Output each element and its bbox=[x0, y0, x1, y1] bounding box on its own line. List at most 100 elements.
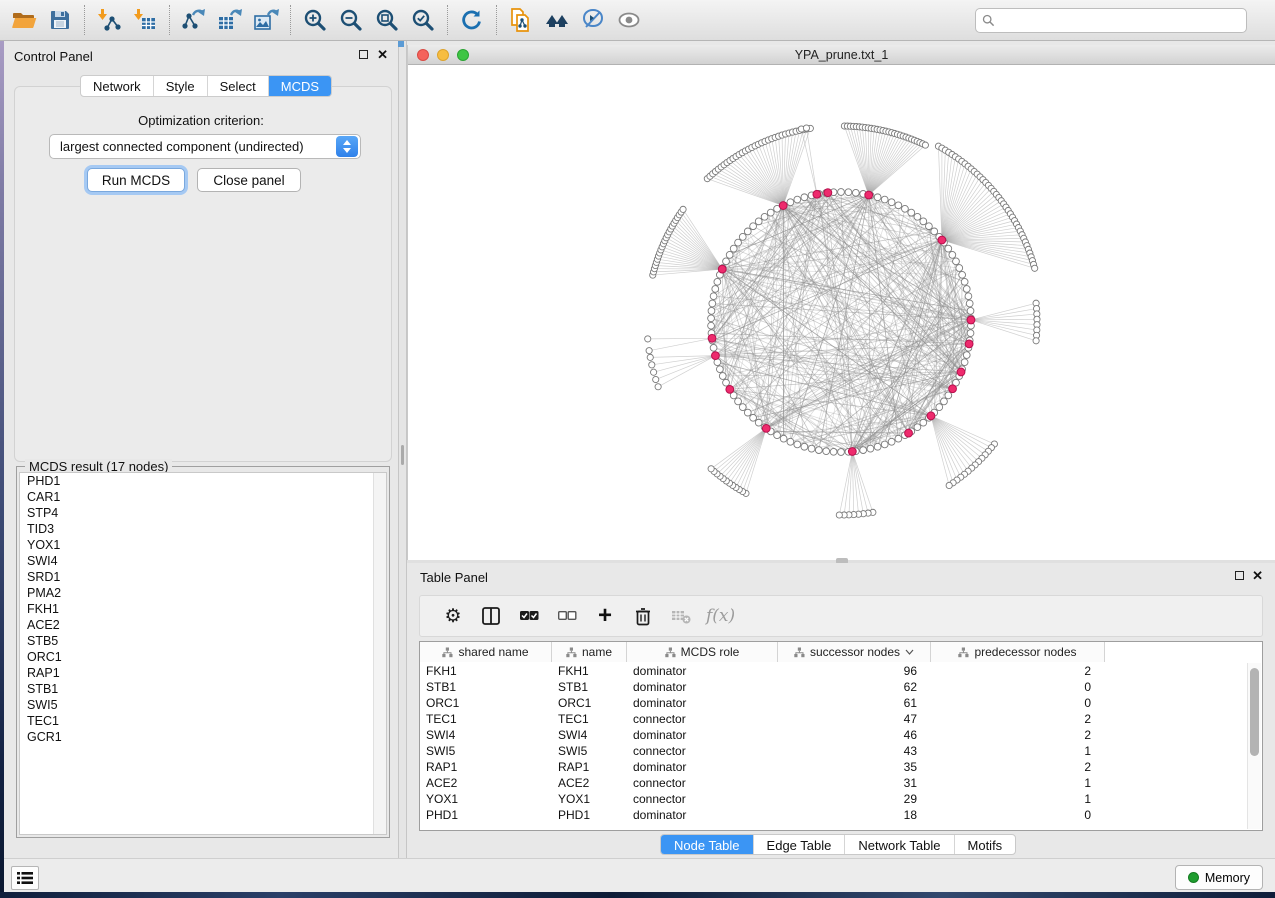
graph-dominator-node[interactable] bbox=[865, 191, 873, 199]
mcds-result-item[interactable]: PHD1 bbox=[20, 473, 386, 489]
graph-dominator-node[interactable] bbox=[708, 334, 716, 342]
zoom-in-icon[interactable] bbox=[297, 2, 333, 38]
cell-mcds-role[interactable]: connector bbox=[627, 775, 778, 791]
table-row[interactable]: YOX1YOX1connector291 bbox=[420, 791, 1247, 807]
cell-successor-nodes[interactable]: 18 bbox=[778, 807, 931, 823]
graph-node[interactable] bbox=[881, 441, 888, 448]
mcds-result-list[interactable]: PHD1CAR1STP4TID3YOX1SWI4SRD1PMA2FKH1ACE2… bbox=[19, 472, 387, 835]
cell-mcds-role[interactable]: connector bbox=[627, 791, 778, 807]
column-header-name[interactable]: name bbox=[552, 642, 627, 662]
mcds-result-item[interactable]: STB5 bbox=[20, 633, 386, 649]
export-image-icon[interactable] bbox=[248, 2, 284, 38]
graph-node[interactable] bbox=[963, 286, 970, 293]
clone-network-icon[interactable] bbox=[503, 2, 539, 38]
graph-node[interactable] bbox=[801, 194, 808, 201]
graph-node[interactable] bbox=[914, 424, 921, 431]
vertical-splitter[interactable] bbox=[398, 41, 407, 858]
cell-successor-nodes[interactable]: 47 bbox=[778, 711, 931, 727]
mcds-result-item[interactable]: CAR1 bbox=[20, 489, 386, 505]
graph-node[interactable] bbox=[956, 265, 963, 272]
graph-node[interactable] bbox=[888, 438, 895, 445]
cell-predecessor-nodes[interactable]: 2 bbox=[931, 711, 1105, 727]
graph-dominator-node[interactable] bbox=[938, 236, 946, 244]
graph-node[interactable] bbox=[716, 366, 723, 373]
graph-node[interactable] bbox=[895, 435, 902, 442]
cell-mcds-role[interactable]: dominator bbox=[627, 695, 778, 711]
add-column-icon[interactable]: + bbox=[586, 598, 624, 634]
search-network-icon[interactable] bbox=[539, 2, 575, 38]
cell-predecessor-nodes[interactable]: 0 bbox=[931, 679, 1105, 695]
table-row[interactable]: SWI5SWI5connector431 bbox=[420, 743, 1247, 759]
table-settings-gear-icon[interactable]: ⚙ bbox=[434, 598, 472, 634]
graph-node[interactable] bbox=[1033, 338, 1039, 344]
table-row[interactable]: ORC1ORC1dominator610 bbox=[420, 695, 1247, 711]
graph-node[interactable] bbox=[714, 278, 721, 285]
graph-node[interactable] bbox=[647, 354, 653, 360]
cell-predecessor-nodes[interactable]: 0 bbox=[931, 695, 1105, 711]
cell-successor-nodes[interactable]: 46 bbox=[778, 727, 931, 743]
graph-node[interactable] bbox=[710, 344, 717, 351]
graph-node[interactable] bbox=[651, 369, 657, 375]
graph-dominator-node[interactable] bbox=[949, 385, 957, 393]
graph-node[interactable] bbox=[852, 189, 859, 196]
graph-node[interactable] bbox=[874, 194, 881, 201]
cell-predecessor-nodes[interactable]: 2 bbox=[931, 663, 1105, 679]
graph-node[interactable] bbox=[965, 293, 972, 300]
graph-node[interactable] bbox=[649, 362, 655, 368]
mcds-result-item[interactable]: SWI5 bbox=[20, 697, 386, 713]
table-row[interactable]: PHD1PHD1dominator180 bbox=[420, 807, 1247, 823]
graph-node[interactable] bbox=[723, 258, 730, 265]
graph-node[interactable] bbox=[735, 239, 742, 246]
cell-predecessor-nodes[interactable]: 1 bbox=[931, 743, 1105, 759]
graph-dominator-node[interactable] bbox=[813, 190, 821, 198]
graph-node[interactable] bbox=[967, 330, 974, 337]
graph-node[interactable] bbox=[712, 286, 719, 293]
show-columns-icon[interactable] bbox=[472, 598, 510, 634]
mcds-result-item[interactable]: SRD1 bbox=[20, 569, 386, 585]
cell-shared-name[interactable]: STB1 bbox=[420, 679, 552, 695]
memory-button[interactable]: Memory bbox=[1175, 865, 1263, 890]
graph-node[interactable] bbox=[780, 435, 787, 442]
mcds-result-item[interactable]: GCR1 bbox=[20, 729, 386, 745]
graph-node[interactable] bbox=[794, 196, 801, 203]
graph-node[interactable] bbox=[744, 228, 751, 235]
cell-shared-name[interactable]: RAP1 bbox=[420, 759, 552, 775]
graph-node[interactable] bbox=[963, 352, 970, 359]
graph-node[interactable] bbox=[708, 466, 714, 472]
cell-mcds-role[interactable]: dominator bbox=[627, 679, 778, 695]
cell-shared-name[interactable]: SWI4 bbox=[420, 727, 552, 743]
mcds-result-item[interactable]: FKH1 bbox=[20, 601, 386, 617]
graph-node[interactable] bbox=[941, 398, 948, 405]
mcds-result-item[interactable]: ORC1 bbox=[20, 649, 386, 665]
graph-node[interactable] bbox=[774, 432, 781, 439]
tab-style[interactable]: Style bbox=[154, 76, 208, 96]
graph-node[interactable] bbox=[922, 142, 928, 148]
cell-successor-nodes[interactable]: 31 bbox=[778, 775, 931, 791]
cell-name[interactable]: ACE2 bbox=[552, 775, 627, 791]
cell-name[interactable]: ORC1 bbox=[552, 695, 627, 711]
mcds-result-item[interactable]: TID3 bbox=[20, 521, 386, 537]
run-mcds-button[interactable]: Run MCDS bbox=[87, 168, 185, 192]
table-row[interactable]: SWI4SWI4dominator462 bbox=[420, 727, 1247, 743]
close-icon[interactable]: ✕ bbox=[377, 48, 388, 61]
graph-node[interactable] bbox=[949, 251, 956, 258]
graph-node[interactable] bbox=[959, 271, 966, 278]
graph-node[interactable] bbox=[838, 449, 845, 456]
graph-dominator-node[interactable] bbox=[957, 368, 965, 376]
cell-shared-name[interactable]: SWI5 bbox=[420, 743, 552, 759]
cell-name[interactable]: FKH1 bbox=[552, 663, 627, 679]
refresh-layout-icon[interactable] bbox=[454, 2, 490, 38]
graph-node[interactable] bbox=[750, 223, 757, 230]
cell-name[interactable]: STB1 bbox=[552, 679, 627, 695]
mcds-result-item[interactable]: PMA2 bbox=[20, 585, 386, 601]
cell-name[interactable]: SWI5 bbox=[552, 743, 627, 759]
tab-mcds[interactable]: MCDS bbox=[269, 76, 331, 96]
table-scrollbar[interactable] bbox=[1247, 663, 1261, 829]
graph-dominator-node[interactable] bbox=[965, 340, 973, 348]
column-header-mcds-role[interactable]: MCDS role bbox=[627, 642, 778, 662]
search-box[interactable] bbox=[975, 8, 1247, 33]
cell-mcds-role[interactable]: dominator bbox=[627, 759, 778, 775]
graph-node[interactable] bbox=[708, 322, 715, 329]
criterion-select[interactable]: largest connected component (undirected) bbox=[49, 134, 361, 159]
tab-node-table[interactable]: Node Table bbox=[661, 835, 754, 854]
